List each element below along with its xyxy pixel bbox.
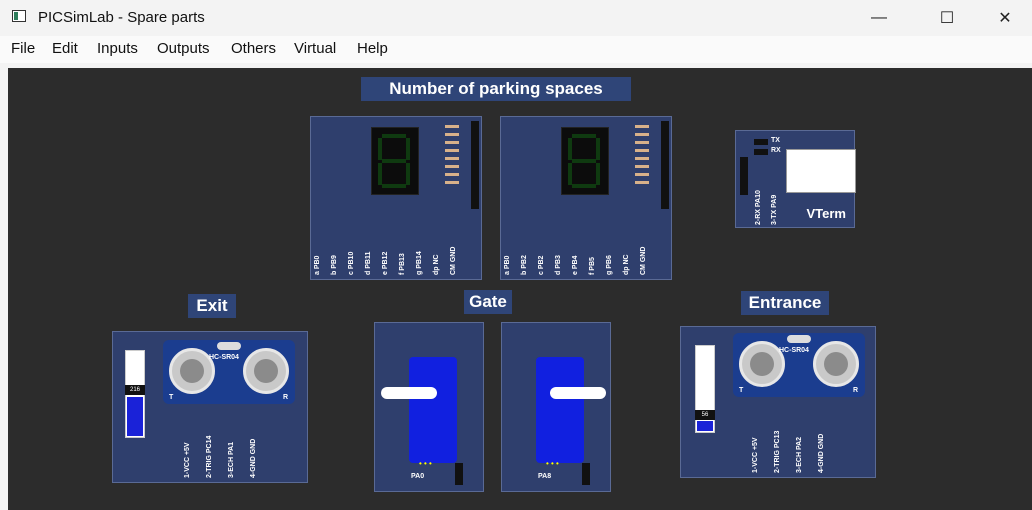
- menu-outputs[interactable]: Outputs: [157, 40, 210, 57]
- entrance-label: Entrance: [741, 291, 829, 315]
- menu-file[interactable]: File: [11, 40, 35, 57]
- sensor-pin: 3-ECH PA1: [228, 441, 235, 478]
- seven-segment-display: [561, 127, 609, 195]
- pin-labels: a PB0 b PB2 c PB2 d PB3 e PB4 f PB5 g PB…: [504, 246, 647, 275]
- vterm-name: VTerm: [806, 206, 847, 221]
- exit-label: Exit: [188, 294, 236, 318]
- slider-fill: [697, 420, 713, 431]
- pin-header: [582, 463, 590, 485]
- sensor-pin: 4-GND GND: [818, 433, 825, 473]
- menu-inputs[interactable]: Inputs: [97, 40, 138, 57]
- servo-board-2[interactable]: • • • PA8: [501, 322, 611, 492]
- pin-header: [740, 157, 748, 195]
- seven-segment-board-2[interactable]: a PB0 b PB2 c PB2 d PB3 e PB4 f PB5 g PB…: [500, 116, 672, 280]
- rx-label: RX: [771, 147, 781, 154]
- minimize-button[interactable]: —: [856, 0, 902, 36]
- sensor-pin: 1-VCC +5V: [184, 442, 191, 478]
- servo-arm: [381, 387, 437, 399]
- pin-labels: a PB0 b PB9 c PB10 d PB11 e PB12 f PB13 …: [314, 246, 457, 275]
- pin-header: [661, 121, 669, 209]
- close-button[interactable]: ✕: [982, 0, 1028, 36]
- vterm-pin: 2-RX PA10: [755, 190, 762, 225]
- menu-virtual[interactable]: Virtual: [294, 40, 336, 57]
- distance-slider[interactable]: 216: [125, 350, 145, 438]
- pin-header: [455, 463, 463, 485]
- servo-pin-label: PA0: [411, 473, 425, 480]
- seven-segment-display: [371, 127, 419, 195]
- entrance-ultrasonic-board[interactable]: 56 HC-SR04 T R 1-VCC +5V 2-TRIG PC13 3-E…: [680, 326, 876, 478]
- vterm-screen: [786, 149, 856, 193]
- menu-others[interactable]: Others: [231, 40, 276, 57]
- servo-motor: [409, 357, 457, 463]
- exit-ultrasonic-board[interactable]: 216 HC-SR04 T R 1-VCC +5V 2-TRIG PC14 3-…: [112, 331, 308, 483]
- sensor-pin: 2-TRIG PC13: [774, 430, 781, 473]
- sensor-pin: 4-GND GND: [250, 438, 257, 478]
- ultrasonic-sensor: HC-SR04 T R: [733, 333, 865, 397]
- sensor-pin: 2-TRIG PC14: [206, 435, 213, 478]
- slider-thumb[interactable]: 56: [695, 410, 715, 420]
- receiver-eye: [243, 348, 289, 394]
- menu-edit[interactable]: Edit: [52, 40, 78, 57]
- servo-arm: [550, 387, 606, 399]
- ultrasonic-sensor: HC-SR04 T R: [163, 340, 295, 404]
- gate-label: Gate: [464, 290, 512, 314]
- sensor-pin: 1-VCC +5V: [752, 437, 759, 473]
- slider-thumb[interactable]: 216: [125, 385, 145, 395]
- distance-slider[interactable]: 56: [695, 345, 715, 433]
- servo-board-1[interactable]: • • • PA0: [374, 322, 484, 492]
- sensor-pin: 3-ECH PA2: [796, 436, 803, 473]
- vterm-pin: 3-TX PA9: [771, 194, 778, 225]
- tx-label: TX: [771, 137, 780, 144]
- app-icon: [12, 10, 26, 22]
- vterm-board[interactable]: TX RX 2-RX PA10 3-TX PA9 VTerm: [735, 130, 856, 228]
- receiver-eye: [813, 341, 859, 387]
- maximize-button[interactable]: ☐: [924, 0, 970, 36]
- slider-fill: [127, 397, 143, 436]
- parking-spaces-label: Number of parking spaces: [361, 77, 631, 101]
- menu-help[interactable]: Help: [357, 40, 388, 57]
- pin-header: [471, 121, 479, 209]
- menu-bar: File Edit Inputs Outputs Others Virtual …: [0, 36, 1032, 63]
- workspace-canvas[interactable]: Number of parking spaces Exit Gate Entra…: [8, 68, 1032, 510]
- servo-pin-label: PA8: [538, 473, 552, 480]
- window-title: PICSimLab - Spare parts: [38, 9, 205, 26]
- servo-motor: [536, 357, 584, 463]
- title-bar: PICSimLab - Spare parts — ☐ ✕: [0, 0, 1032, 36]
- seven-segment-board-1[interactable]: a PB0 b PB9 c PB10 d PB11 e PB12 f PB13 …: [310, 116, 482, 280]
